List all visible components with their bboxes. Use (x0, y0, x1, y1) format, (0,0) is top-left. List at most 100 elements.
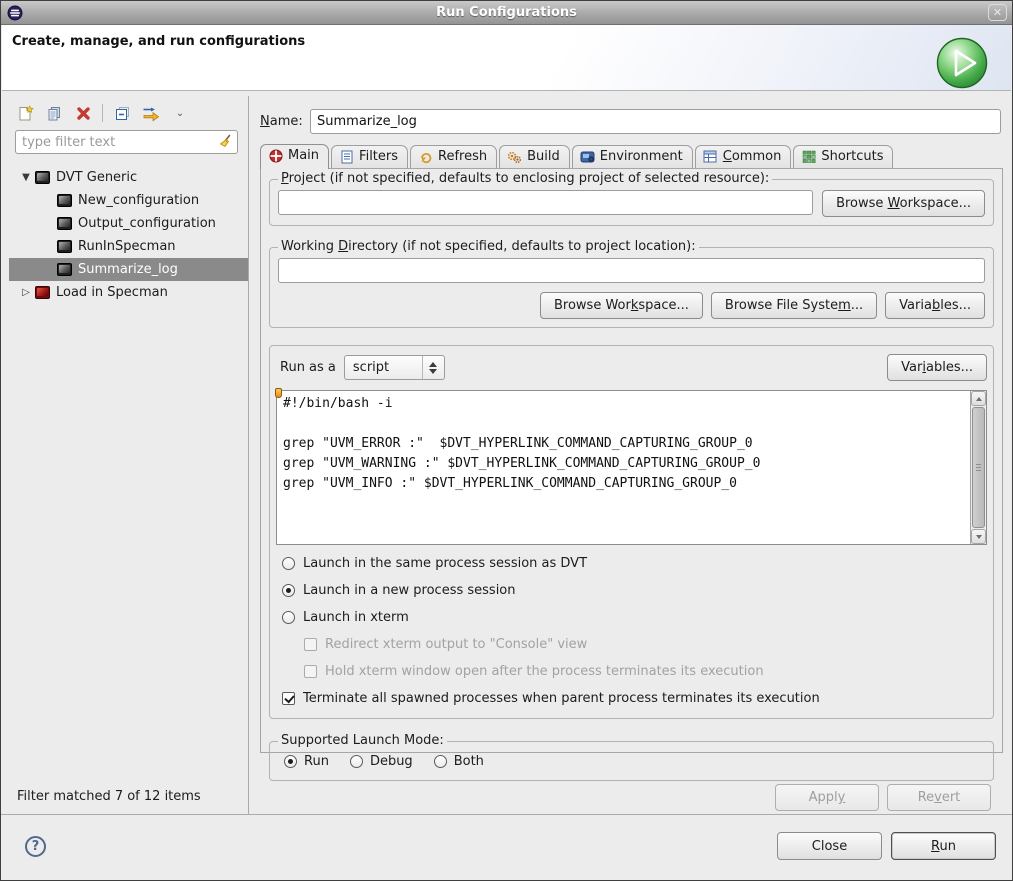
option-label: Hold xterm window open after the process… (325, 664, 764, 679)
mode-both[interactable]: Both (434, 754, 484, 769)
tree-item-label: New_configuration (78, 193, 199, 208)
checkbox-checked-icon[interactable] (282, 692, 295, 705)
working-directory-input[interactable] (278, 258, 985, 283)
name-input[interactable] (310, 109, 1001, 134)
script-scrollbar[interactable] (970, 391, 986, 544)
radio-icon[interactable] (350, 755, 363, 768)
tree-item-new-configuration[interactable]: New_configuration (9, 189, 248, 212)
scroll-thumb[interactable] (972, 407, 985, 528)
tab-shortcuts[interactable]: Shortcuts (793, 145, 893, 168)
workdir-browse-filesystem-button[interactable]: Browse File System... (711, 292, 877, 319)
filter-status-text: Filter matched 7 of 12 items (9, 783, 248, 814)
duplicate-configuration-button[interactable] (44, 104, 64, 122)
tree-item-load-in-specman[interactable]: ▷ Load in Specman (9, 281, 248, 304)
collapse-arrow-icon[interactable]: ▷ (19, 287, 33, 298)
tree-item-output-configuration[interactable]: Output_configuration (9, 212, 248, 235)
toolbar-menu-button[interactable]: ⌄ (170, 104, 190, 122)
new-configuration-icon (17, 105, 34, 122)
tab-main[interactable]: Main (260, 144, 329, 169)
filter-configurations-button[interactable] (141, 104, 161, 122)
refresh-tab-icon (418, 150, 433, 164)
close-window-button[interactable]: ✕ (988, 4, 1007, 21)
working-directory-label: Working Directory (if not specified, def… (278, 239, 699, 254)
launch-options: Launch in the same process session as DV… (276, 550, 987, 712)
option-launch-same-session[interactable]: Launch in the same process session as DV… (276, 550, 987, 577)
option-label: Launch in the same process session as DV… (303, 556, 587, 571)
mode-label: Run (304, 754, 329, 769)
tab-build[interactable]: Build (499, 145, 570, 168)
console-icon (35, 171, 50, 184)
help-button[interactable]: ? (25, 836, 46, 857)
title-bar[interactable]: Run Configurations ✕ (1, 1, 1012, 25)
option-launch-in-xterm[interactable]: Launch in xterm (276, 604, 987, 631)
scroll-down-icon (976, 535, 982, 539)
script-text[interactable]: #!/bin/bash -i grep "UVM_ERROR :" $DVT_H… (277, 391, 970, 544)
tab-common[interactable]: Common (695, 145, 792, 168)
project-group-label: Project (if not specified, defaults to e… (278, 171, 772, 186)
option-label: Launch in xterm (303, 610, 409, 625)
radio-icon[interactable] (282, 557, 295, 570)
radio-icon[interactable] (282, 611, 295, 624)
option-label: Terminate all spawned processes when par… (303, 691, 820, 706)
main-tab-icon (268, 149, 283, 163)
tree-item-label: Load in Specman (56, 285, 168, 300)
revert-button: Revert (887, 784, 991, 811)
script-editor[interactable]: #!/bin/bash -i grep "UVM_ERROR :" $DVT_H… (276, 390, 987, 545)
clear-filter-broom-icon[interactable] (217, 134, 233, 150)
annotation-marker-icon (275, 388, 282, 398)
run-as-combo[interactable]: script (344, 355, 445, 380)
filters-tab-icon (339, 150, 354, 164)
environment-tab-icon (580, 150, 595, 164)
tab-refresh[interactable]: Refresh (410, 145, 497, 168)
configurations-sidebar: ⌄ ▼ DVT Generic New_configuration (9, 96, 249, 814)
delete-configuration-button[interactable] (73, 104, 93, 122)
script-variables-button[interactable]: Variables... (887, 354, 987, 381)
workdir-browse-workspace-button[interactable]: Browse Workspace... (540, 292, 703, 319)
sidebar-toolbar: ⌄ (9, 96, 248, 128)
mode-label: Both (454, 754, 484, 769)
shortcuts-tab-icon (801, 150, 816, 164)
checkbox-disabled-icon (304, 638, 317, 651)
run-button[interactable]: Run (891, 832, 996, 860)
project-group: Project (if not specified, defaults to e… (269, 179, 994, 226)
project-browse-workspace-button[interactable]: Browse Workspace... (822, 190, 985, 217)
duplicate-icon (46, 105, 63, 122)
tree-item-runinspecman[interactable]: RunInSpecman (9, 235, 248, 258)
option-redirect-xterm-output: Redirect xterm output to "Console" view (276, 631, 987, 658)
filter-input[interactable] (15, 130, 238, 154)
filter-launch-configurations-icon (142, 105, 161, 122)
mode-run[interactable]: Run (284, 754, 329, 769)
mode-debug[interactable]: Debug (350, 754, 413, 769)
radio-checked-icon[interactable] (282, 584, 295, 597)
run-banner-icon (935, 36, 989, 90)
tab-label: Main (288, 148, 319, 163)
combo-spinner-icon[interactable] (422, 356, 444, 379)
radio-checked-icon[interactable] (284, 755, 297, 768)
option-launch-new-session[interactable]: Launch in a new process session (276, 577, 987, 604)
workdir-variables-button[interactable]: Variables... (885, 292, 985, 319)
scroll-down-button[interactable] (971, 529, 986, 544)
console-icon (57, 240, 72, 253)
collapse-all-button[interactable] (112, 104, 132, 122)
option-terminate-spawned-processes[interactable]: Terminate all spawned processes when par… (276, 685, 987, 712)
tab-environment[interactable]: Environment (572, 145, 693, 168)
tree-item-summarize-log[interactable]: Summarize_log (9, 258, 248, 281)
project-input[interactable] (278, 190, 813, 215)
console-icon (57, 217, 72, 230)
window-title: Run Configurations (1, 5, 1012, 20)
tree-item-dvt-generic[interactable]: ▼ DVT Generic (9, 166, 248, 189)
run-as-label: Run as a (280, 360, 336, 375)
dialog-subtitle: Create, manage, and run configurations (12, 34, 305, 49)
radio-icon[interactable] (434, 755, 447, 768)
tab-label: Build (527, 149, 560, 164)
scroll-grip-icon (976, 464, 981, 472)
expand-arrow-icon[interactable]: ▼ (19, 172, 33, 183)
new-configuration-button[interactable] (15, 104, 35, 122)
name-label: Name: (260, 114, 310, 129)
scroll-up-button[interactable] (971, 391, 986, 406)
tree-item-label: Summarize_log (78, 262, 178, 277)
console-icon (57, 263, 72, 276)
common-tab-icon (703, 150, 718, 164)
tab-filters[interactable]: Filters (331, 145, 408, 168)
close-button[interactable]: Close (777, 832, 882, 860)
